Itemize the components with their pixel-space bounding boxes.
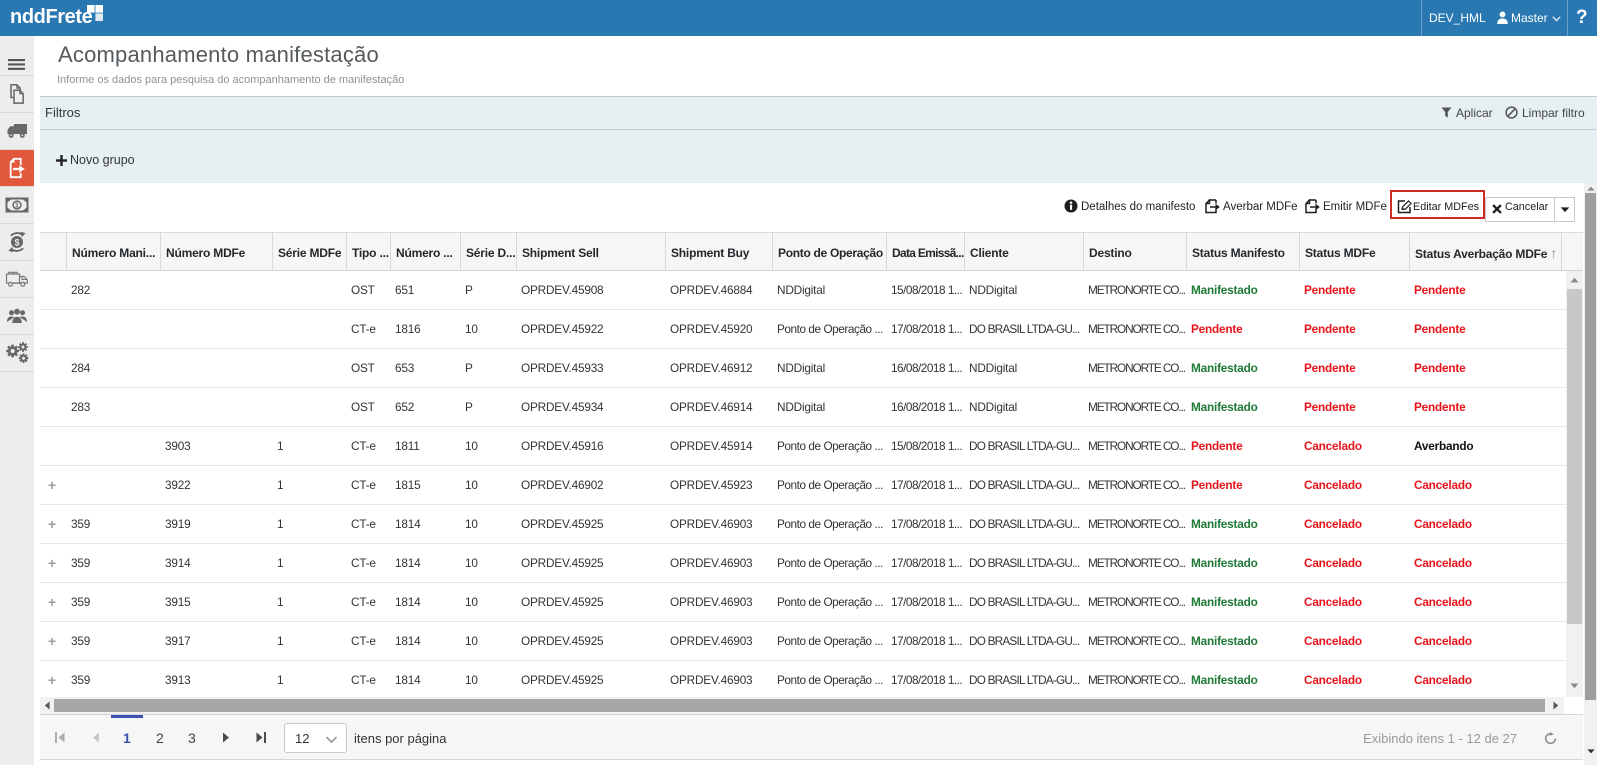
svg-text:1: 1 xyxy=(15,201,19,210)
svg-text:$: $ xyxy=(14,238,19,248)
